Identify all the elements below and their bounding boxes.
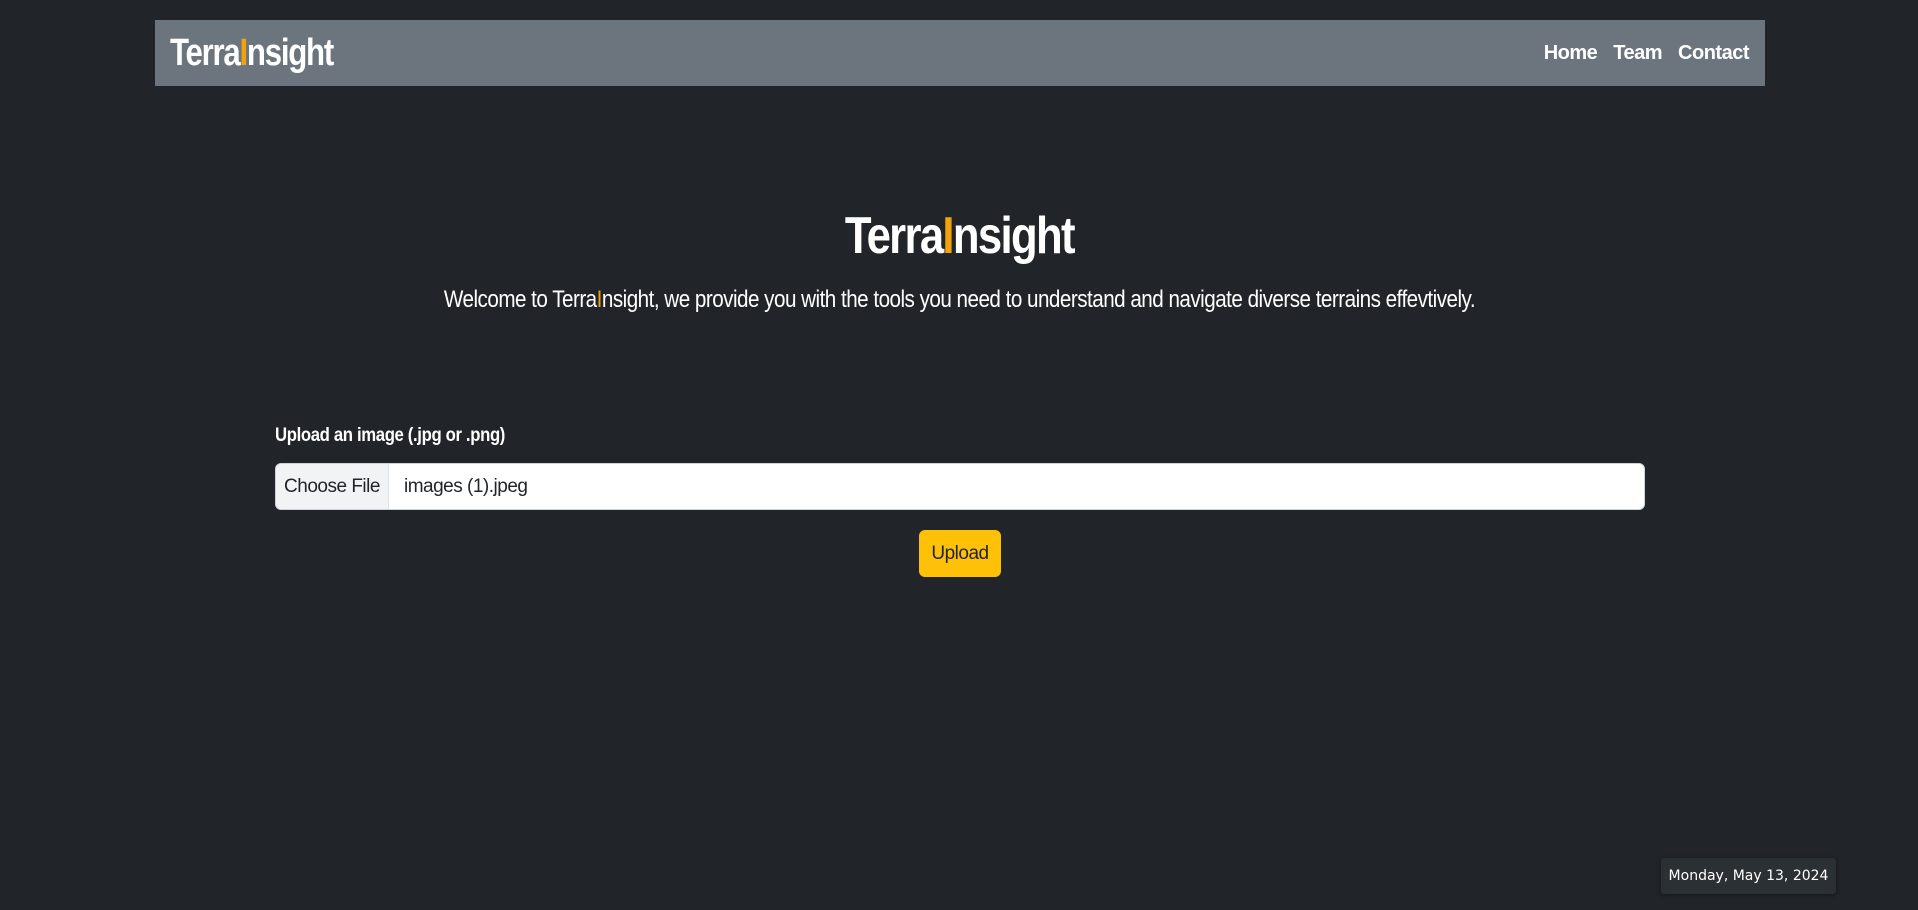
date-badge: Monday, May 13, 2024 bbox=[1661, 858, 1836, 894]
choose-file-button[interactable]: Choose File bbox=[276, 464, 389, 509]
title-accent: I bbox=[942, 207, 954, 265]
selected-file-name: images (1).jpeg bbox=[404, 475, 528, 497]
nav-links: Home Team Contact bbox=[1544, 42, 1750, 65]
nav-link-contact[interactable]: Contact bbox=[1678, 42, 1749, 65]
subtitle-before: Welcome to Terra bbox=[443, 286, 597, 313]
nav-link-home[interactable]: Home bbox=[1544, 42, 1598, 65]
nav-link-team[interactable]: Team bbox=[1613, 42, 1662, 65]
subtitle-accent: I bbox=[596, 286, 602, 313]
brand-logo[interactable]: TerraInsight bbox=[170, 31, 334, 75]
brand-suffix: nsight bbox=[246, 31, 334, 74]
subtitle-after: nsight, we provide you with the tools yo… bbox=[601, 286, 1475, 313]
upload-label: Upload an image (.jpg or .png) bbox=[275, 425, 506, 446]
title-suffix: nsight bbox=[952, 207, 1076, 265]
title-prefix: Terra bbox=[844, 207, 943, 265]
file-input[interactable]: Choose File images (1).jpeg bbox=[275, 463, 1645, 510]
brand-prefix: Terra bbox=[170, 31, 241, 74]
welcome-subtitle: Welcome to TerraInsight, we provide you … bbox=[0, 286, 1918, 314]
page-title: TerraInsight bbox=[0, 206, 1918, 266]
upload-button[interactable]: Upload bbox=[919, 530, 1001, 577]
brand-accent: I bbox=[239, 31, 248, 74]
top-navbar: TerraInsight Home Team Contact bbox=[155, 20, 1765, 86]
